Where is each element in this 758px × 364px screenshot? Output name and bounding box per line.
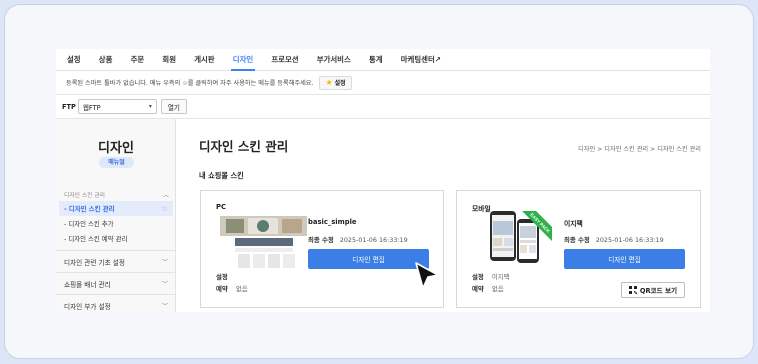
nav-item-members[interactable]: 회원 — [162, 49, 176, 71]
reserve-label: 예약 — [472, 285, 484, 293]
mobile-setting-row: 설정 이지팩 — [472, 272, 509, 281]
page-title: 디자인 스킨 관리 — [199, 139, 289, 154]
setting-label: 설정 — [472, 273, 484, 281]
qr-code-button[interactable]: QR코드 보기 — [621, 282, 685, 298]
toolbar-settings-label: 설정 — [334, 80, 346, 87]
pc-modified: 최종 수정 2025-01-06 16:33:19 — [308, 235, 408, 244]
ftp-select[interactable]: 웹FTP ▾ — [77, 99, 157, 114]
pc-design-edit-button[interactable]: 디자인 편집 — [308, 249, 429, 269]
sidebar-menu-label: 디자인 부가 설정 — [64, 302, 111, 311]
sidebar-section-label: 디자인 스킨 관리 — [64, 192, 106, 199]
ftp-open-button[interactable]: 열기 — [160, 99, 187, 114]
mouse-pointer-icon — [415, 262, 439, 289]
smart-toolbar-notice: 등록된 스마트 툴바가 없습니다. 메뉴 우측의 ☆를 클릭하여 자주 사용하는… — [56, 71, 710, 95]
reserve-value: 없음 — [235, 285, 248, 293]
nav-item-products[interactable]: 상품 — [99, 49, 113, 71]
mobile-skin-thumbnail: EASY PACK — [490, 211, 552, 263]
reserve-value: 없음 — [491, 285, 504, 293]
mobile-design-edit-button[interactable]: 디자인 편집 — [564, 249, 685, 269]
qr-code-label: QR코드 보기 — [639, 287, 678, 295]
sidebar-item-skin-add[interactable]: - 디자인 스킨 추가 — [56, 216, 176, 231]
pc-setting-row: 설정 — [216, 272, 234, 281]
sidebar-item-label: - 디자인 스킨 추가 — [64, 220, 114, 228]
nav-item-addons[interactable]: 부가서비스 — [317, 49, 351, 71]
sidebar-item-skin-manage[interactable]: - 디자인 스킨 관리 ☆ — [59, 201, 173, 216]
nav-item-orders[interactable]: 주문 — [131, 49, 145, 71]
chevron-down-icon: ▾ — [148, 103, 152, 110]
admin-app: 설정 상품 주문 회원 게시판 디자인 프로모션 부가서비스 통계 마케팅센터↗… — [56, 49, 710, 312]
mobile-skin-name: 이지팩 — [564, 220, 583, 228]
ftp-select-value: 웹FTP — [82, 103, 101, 112]
mobile-modified: 최종 수정 2025-01-06 16:33:19 — [564, 235, 664, 244]
chevron-down-icon: ﹀ — [161, 303, 168, 310]
window-frame: 설정 상품 주문 회원 게시판 디자인 프로모션 부가서비스 통계 마케팅센터↗… — [4, 4, 754, 359]
sidebar-item-label: - 디자인 스킨 관리 — [64, 205, 115, 213]
pc-skin-card: PC basic_simple 최종 수정 2025-01-06 16:33:1… — [200, 190, 444, 308]
star-icon: ★ — [325, 78, 333, 87]
pc-skin-name: basic_simple — [308, 218, 357, 226]
sidebar-item-skin-reserve[interactable]: - 디자인 스킨 예약 관리 — [56, 231, 176, 246]
main-content: 디자인 스킨 관리 디자인 > 디자인 스킨 관리 > 디자인 스킨 관리 내 … — [176, 119, 710, 312]
pc-skin-thumbnail — [220, 216, 307, 272]
sidebar-section-skin: 디자인 스킨 관리 ︿ - 디자인 스킨 관리 ☆ - 디자인 스킨 추가 - … — [56, 187, 176, 246]
mobile-skin-card: 모바일 EASY PACK 이지팩 최종 수정 2025-01-06 16:33… — [456, 190, 701, 308]
nav-item-board[interactable]: 게시판 — [194, 49, 214, 71]
top-navigation: 설정 상품 주문 회원 게시판 디자인 프로모션 부가서비스 통계 마케팅센터↗ — [56, 49, 710, 71]
mobile-reserve-row: 예약 없음 — [472, 284, 504, 293]
sidebar-menu-basic-settings[interactable]: 디자인 관련 기초 설정 ﹀ — [56, 250, 176, 272]
manual-button[interactable]: 매뉴얼 — [99, 157, 134, 168]
setting-value: 이지팩 — [491, 273, 510, 281]
nav-item-stats[interactable]: 통계 — [369, 49, 383, 71]
ftp-label: FTP — [62, 102, 76, 111]
favorite-star-icon[interactable]: ☆ — [161, 204, 168, 213]
nav-item-design[interactable]: 디자인 — [230, 49, 256, 71]
ftp-bar: FTP 웹FTP ▾ 열기 — [56, 95, 710, 119]
nav-item-marketing-center[interactable]: 마케팅센터↗ — [401, 49, 441, 71]
nav-item-promotion[interactable]: 프로모션 — [271, 49, 298, 71]
qr-code-icon — [628, 286, 637, 294]
pc-label: PC — [216, 203, 226, 211]
sidebar-menu-label: 디자인 관련 기초 설정 — [64, 258, 125, 267]
chevron-up-icon: ︿ — [162, 191, 169, 199]
nav-item-settings[interactable]: 설정 — [67, 49, 81, 71]
sidebar-item-label: - 디자인 스킨 예약 관리 — [64, 235, 128, 243]
sidebar-section-header[interactable]: 디자인 스킨 관리 ︿ — [56, 187, 176, 201]
sidebar-menu-extra[interactable]: 디자인 부가 설정 ﹀ — [56, 294, 176, 312]
notice-text: 등록된 스마트 툴바가 없습니다. 메뉴 우측의 ☆를 클릭하여 자주 사용하는… — [66, 80, 314, 87]
sidebar-menu-label: 쇼핑몰 배너 관리 — [64, 280, 111, 289]
toolbar-settings-button[interactable]: ★ 설정 — [319, 75, 352, 90]
sidebar: 디자인 매뉴얼 디자인 스킨 관리 ︿ - 디자인 스킨 관리 ☆ - 디자인 … — [56, 119, 176, 312]
modified-value: 2025-01-06 16:33:19 — [339, 236, 408, 244]
reserve-label: 예약 — [216, 285, 228, 293]
modified-label: 최종 수정 — [564, 236, 590, 244]
chevron-down-icon: ﹀ — [161, 281, 168, 288]
sidebar-menu-banner[interactable]: 쇼핑몰 배너 관리 ﹀ — [56, 272, 176, 294]
modified-value: 2025-01-06 16:33:19 — [595, 236, 664, 244]
breadcrumb: 디자인 > 디자인 스킨 관리 > 디자인 스킨 관리 — [578, 146, 701, 153]
chevron-down-icon: ﹀ — [161, 259, 168, 266]
sidebar-title: 디자인 — [98, 141, 134, 156]
pc-reserve-row: 예약 없음 — [216, 284, 248, 293]
section-title: 내 쇼핑몰 스킨 — [199, 171, 244, 180]
modified-label: 최종 수정 — [308, 236, 334, 244]
setting-label: 설정 — [216, 273, 228, 281]
